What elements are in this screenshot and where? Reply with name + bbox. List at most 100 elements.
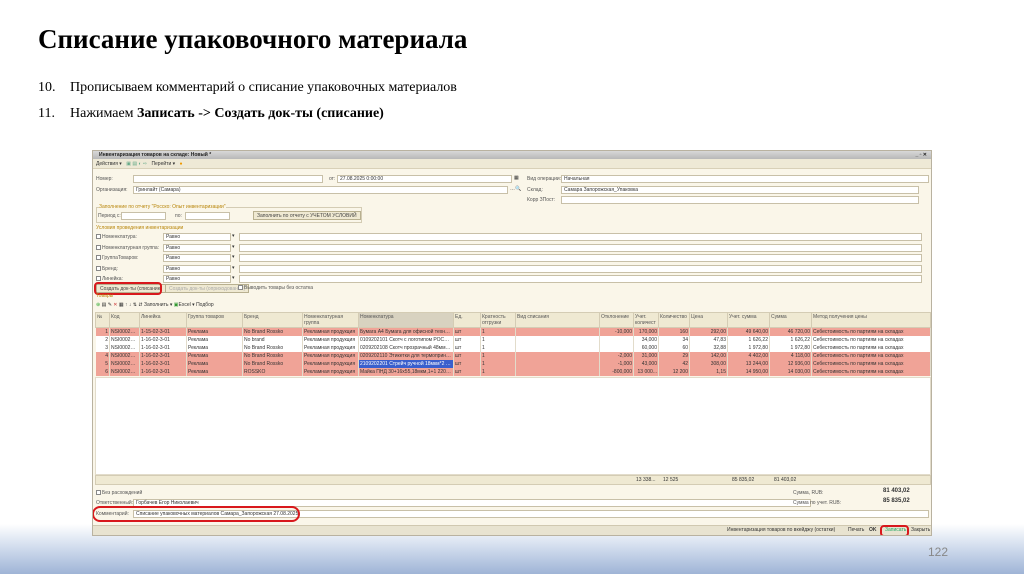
table-cell[interactable]: 60 (658, 343, 690, 352)
table-cell[interactable]: 1 (480, 359, 516, 368)
column-header[interactable]: Группа товаров (186, 312, 243, 328)
table-cell[interactable]: Реклама (186, 359, 243, 368)
column-header[interactable]: Код (109, 312, 140, 328)
table-cell[interactable]: No Brand Rossko (242, 351, 303, 360)
table-cell[interactable]: Майка ПНД 30+16х55,18мкм,1+1 22072... (358, 367, 454, 376)
table-cell[interactable]: 1-16-02-3-01 (139, 343, 187, 352)
table-cell[interactable]: 5 (95, 359, 110, 368)
condition-operator-select[interactable]: Равно (163, 275, 231, 283)
table-cell[interactable]: 6 (95, 367, 110, 376)
column-header[interactable]: Линейка (139, 312, 187, 328)
corr-input[interactable] (561, 196, 919, 204)
add-row-icon[interactable]: ⊕ (96, 302, 100, 308)
table-cell[interactable] (599, 335, 634, 344)
table-cell[interactable]: 160 (658, 327, 690, 336)
table-cell[interactable]: 170,000 (633, 327, 659, 336)
condition-operator-select[interactable]: Равно (163, 254, 231, 262)
table-cell[interactable]: 14 030,00 (769, 367, 812, 376)
table-cell[interactable]: 1,15 (689, 367, 728, 376)
warehouse-input[interactable]: Самара Запорожская_Упаковка (561, 186, 919, 194)
table-cell[interactable] (599, 343, 634, 352)
pick-button[interactable]: Подбор (196, 302, 214, 308)
table-cell[interactable]: Рекламная продукция (302, 327, 359, 336)
table-cell[interactable]: 34 (658, 335, 690, 344)
table-cell[interactable]: 2109202201 Стрейч ручной 18мкм*2 кг... (358, 359, 454, 368)
table-cell[interactable]: 1 (480, 327, 516, 336)
table-cell[interactable]: 308,00 (689, 359, 728, 368)
table-cell[interactable] (515, 327, 600, 336)
actions-menu[interactable]: Действия ▾ (96, 161, 122, 167)
period-from-input[interactable] (121, 212, 166, 220)
table-cell[interactable]: 1-15-02-3-01 (139, 327, 187, 336)
table-cell[interactable]: 0209202110 Этикетки для термопринтер... (358, 351, 454, 360)
column-header[interactable]: Вид списания (515, 312, 600, 328)
table-cell[interactable]: 47,83 (689, 335, 728, 344)
table-cell[interactable]: Себестоимость по партиям на складах (811, 351, 931, 360)
date-input[interactable]: 27.08.2025 0:00:00 (337, 175, 512, 183)
table-cell[interactable]: 1-16-02-3-01 (139, 367, 187, 376)
table-cell[interactable]: 292,00 (689, 327, 728, 336)
table-cell[interactable]: 4 (95, 351, 110, 360)
fill-menu[interactable]: Заполнить ▾ (144, 302, 172, 308)
table-cell[interactable] (515, 367, 600, 376)
dropdown-icon[interactable]: ▾ (232, 265, 235, 271)
print-form-link[interactable]: Инвентаризация товаров по вкейджу (остат… (727, 526, 835, 535)
column-header[interactable]: Бренд (242, 312, 303, 328)
column-header[interactable]: Сумма (769, 312, 812, 328)
table-cell[interactable]: Реклама (186, 335, 243, 344)
table-cell[interactable]: шт (453, 359, 481, 368)
table-cell[interactable]: 46 720,00 (769, 327, 812, 336)
table-cell[interactable]: NSI000270... (109, 327, 140, 336)
goto-menu[interactable]: Перейти ▾ (151, 161, 175, 167)
table-cell[interactable] (515, 343, 600, 352)
table-cell[interactable]: 1-16-02-3-01 (139, 351, 187, 360)
toolbar-icons[interactable]: ▣ ▤ ◐ ⇨ (126, 161, 147, 167)
table-cell[interactable]: шт (453, 327, 481, 336)
table-cell[interactable]: 1 626,22 (727, 335, 770, 344)
no-diff-checkbox[interactable]: Без расхождений (96, 489, 142, 497)
excel-menu[interactable]: ▣Excel ▾ (174, 302, 195, 308)
dropdown-icon[interactable]: ▾ (232, 233, 235, 239)
table-cell[interactable]: No Brand Rossko (242, 359, 303, 368)
table-cell[interactable]: шт (453, 335, 481, 344)
table-cell[interactable]: 12 200 (658, 367, 690, 376)
table-cell[interactable]: No brand (242, 335, 303, 344)
dropdown-icon[interactable]: ▾ (232, 244, 235, 250)
table-cell[interactable]: Рекламная продукция (302, 343, 359, 352)
table-cell[interactable]: 60,000 (633, 343, 659, 352)
table-cell[interactable]: 12 936,00 (769, 359, 812, 368)
column-header[interactable]: Кратность отгрузки (480, 312, 516, 328)
table-cell[interactable] (515, 359, 600, 368)
table-cell[interactable]: Рекламная продукция (302, 351, 359, 360)
table-cell[interactable]: 13 000... (633, 367, 659, 376)
column-header[interactable]: Цена (689, 312, 728, 328)
column-header[interactable]: Номенклатурная группа (302, 312, 359, 328)
condition-checkbox[interactable]: Бренд: (96, 265, 118, 273)
table-cell[interactable]: 32,88 (689, 343, 728, 352)
condition-value-input[interactable] (239, 243, 922, 252)
row-action-icons[interactable]: ▤ ✎ ✕ ▦ ↑ ↓ ⇅ ⇵ (102, 302, 143, 308)
create-receipt-button[interactable]: Создать док-ты (оприходование) (165, 284, 250, 293)
organization-input[interactable]: Гринлайт (Самара) (133, 186, 508, 194)
table-cell[interactable]: Реклама (186, 367, 243, 376)
table-cell[interactable]: NSI000237... (109, 351, 140, 360)
table-cell[interactable]: 1-16-02-3-01 (139, 335, 187, 344)
condition-value-input[interactable] (239, 264, 922, 273)
column-header[interactable]: Учет. количест (633, 312, 659, 328)
table-cell[interactable]: 1 626,22 (769, 335, 812, 344)
period-to-input[interactable] (185, 212, 230, 220)
table-row[interactable]: 1 NSI000270... 1-15-02-3-01 Реклама No Brand… (95, 327, 931, 336)
table-cell[interactable]: 0109202101 Скотч с логотипом РОССКО... (358, 335, 454, 344)
table-cell[interactable]: No Brand Rossko (242, 343, 303, 352)
condition-value-input[interactable] (239, 254, 922, 262)
number-input[interactable] (133, 175, 323, 183)
column-header[interactable]: Метод получения цены (811, 312, 931, 328)
condition-checkbox[interactable]: Номенклатура: (96, 233, 137, 241)
table-cell[interactable]: 49 640,00 (727, 327, 770, 336)
table-cell[interactable]: 2 (95, 335, 110, 344)
table-cell[interactable]: 29 (658, 351, 690, 360)
table-cell[interactable]: Реклама (186, 343, 243, 352)
condition-value-input[interactable] (239, 233, 922, 241)
table-cell[interactable]: Рекламная продукция (302, 367, 359, 376)
table-cell[interactable]: NSI000247... (109, 359, 140, 368)
